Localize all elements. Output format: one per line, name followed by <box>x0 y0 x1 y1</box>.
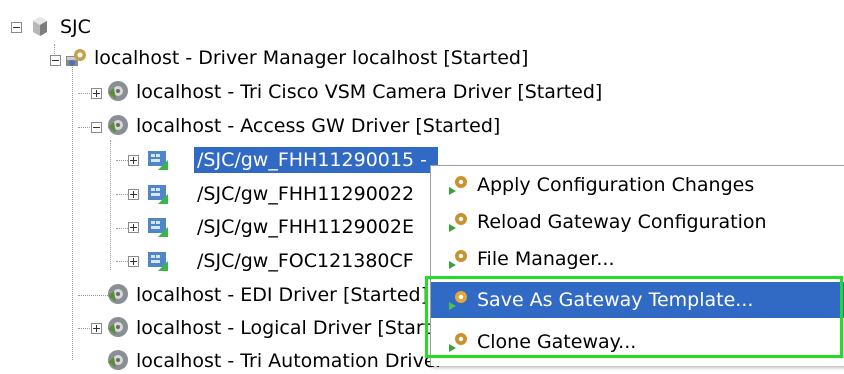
gateway-icon <box>148 185 168 204</box>
tree-node-logical-driver[interactable]: localhost - Logical Driver [Started] <box>133 315 465 341</box>
tree-connector <box>72 60 73 360</box>
tree-node-gateway[interactable]: /SJC/gw_FHH1129002E <box>194 214 417 240</box>
gear-action-icon <box>449 213 467 232</box>
collapse-toggle[interactable] <box>11 22 22 33</box>
driver-icon <box>108 350 128 370</box>
menu-item-label: Apply Configuration Changes <box>477 174 755 196</box>
menu-item-clone-gateway[interactable]: Clone Gateway... <box>431 324 844 360</box>
expand-toggle[interactable] <box>91 88 102 99</box>
collapse-toggle[interactable] <box>91 122 102 133</box>
tree-node-automation-driver[interactable]: localhost - Tri Automation Driver <box>133 348 446 374</box>
expand-toggle[interactable] <box>128 222 139 233</box>
driver-icon <box>108 284 128 304</box>
menu-item-save-as-template[interactable]: Save As Gateway Template... <box>431 282 844 318</box>
context-menu: Apply Configuration Changes Reload Gatew… <box>430 165 844 366</box>
tree-node-gateway[interactable]: /SJC/gw_FHH11290022 <box>194 181 417 207</box>
tree-node-vsm-driver[interactable]: localhost - Tri Cisco VSM Camera Driver … <box>133 79 605 105</box>
driver-icon <box>108 115 128 135</box>
driver-manager-icon <box>66 49 86 66</box>
driver-icon <box>108 81 128 101</box>
gateway-icon <box>148 218 168 237</box>
menu-item-reload-configuration[interactable]: Reload Gateway Configuration <box>431 204 844 240</box>
menu-item-label: File Manager... <box>477 248 615 270</box>
expand-toggle[interactable] <box>128 189 139 200</box>
tree-node-gateway-selected[interactable]: /SJC/gw_FHH11290015 - FHH11290015 [Up] <box>194 147 438 173</box>
menu-item-label: Reload Gateway Configuration <box>477 211 767 233</box>
expand-toggle[interactable] <box>128 256 139 267</box>
expand-toggle[interactable] <box>91 323 102 334</box>
tree-node-root[interactable]: SJC <box>57 14 94 40</box>
menu-item-label: Clone Gateway... <box>477 331 637 353</box>
tree-node-gateway[interactable]: /SJC/gw_FOC121380CF <box>194 248 417 274</box>
gateway-icon <box>148 151 168 170</box>
expand-toggle[interactable] <box>128 155 139 166</box>
driver-icon <box>108 317 128 337</box>
tree-node-access-gw-driver[interactable]: localhost - Access GW Driver [Started] <box>133 113 503 139</box>
gear-action-icon <box>449 291 467 310</box>
gateway-icon <box>148 252 168 271</box>
tree-node-edi-driver[interactable]: localhost - EDI Driver [Started] <box>133 282 431 308</box>
gear-action-icon <box>449 333 467 352</box>
menu-item-label: Save As Gateway Template... <box>477 289 754 311</box>
gear-action-icon <box>449 176 467 195</box>
server-icon <box>33 17 47 36</box>
gear-action-icon <box>449 250 467 269</box>
menu-item-apply-configuration[interactable]: Apply Configuration Changes <box>431 167 844 203</box>
tree-connector <box>110 140 111 270</box>
collapse-toggle[interactable] <box>50 55 61 66</box>
menu-item-file-manager[interactable]: File Manager... <box>431 241 844 277</box>
tree-node-driver-manager[interactable]: localhost - Driver Manager localhost [St… <box>91 45 531 71</box>
